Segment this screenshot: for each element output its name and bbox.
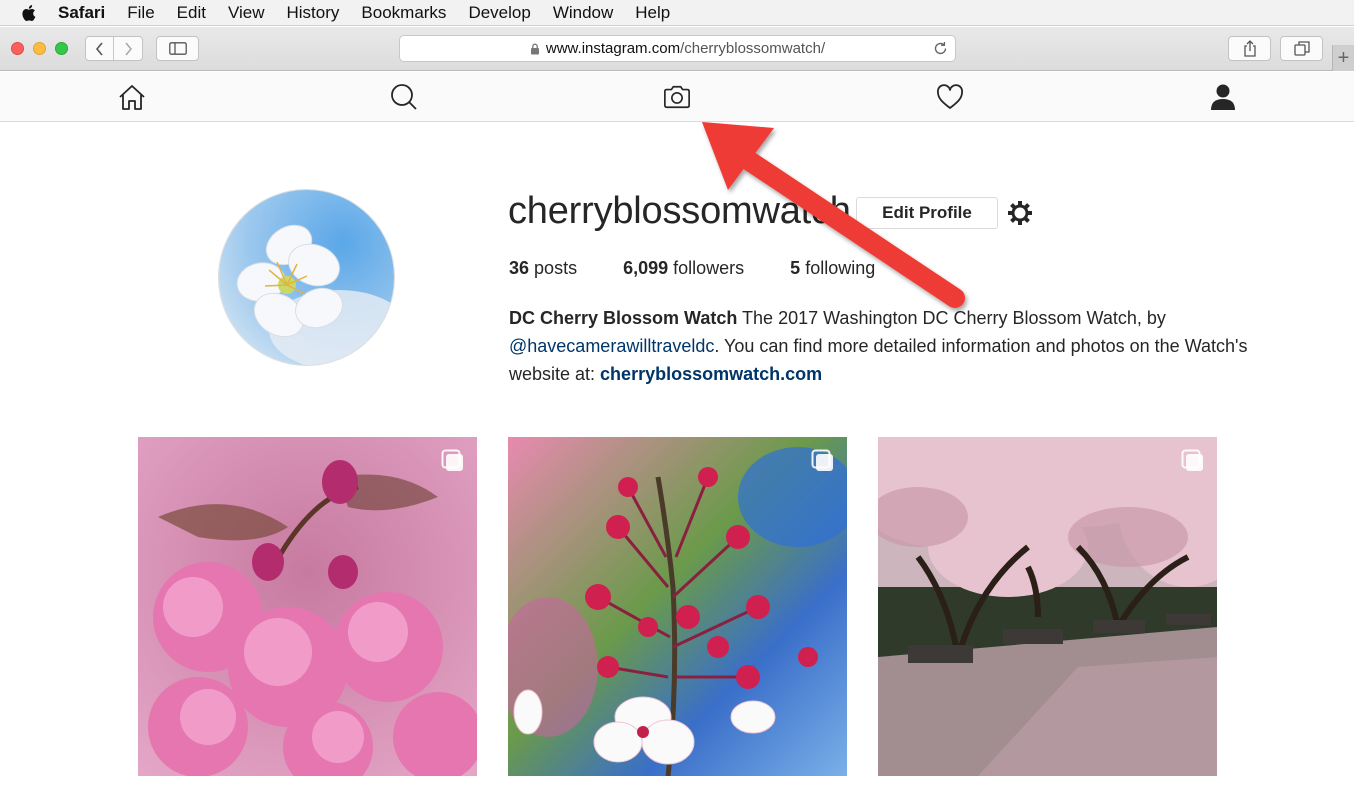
browser-toolbar: www.instagram.com/cherryblossomwatch/ bbox=[0, 27, 1354, 71]
forward-button[interactable] bbox=[114, 37, 142, 60]
lock-icon bbox=[530, 43, 540, 55]
history-nav bbox=[85, 36, 143, 61]
camera-icon[interactable] bbox=[663, 83, 691, 111]
profile-username: cherryblossomwatch bbox=[508, 190, 851, 232]
minimize-window-button[interactable] bbox=[33, 42, 46, 55]
bio-name: DC Cherry Blossom Watch bbox=[509, 308, 738, 328]
home-icon[interactable] bbox=[118, 83, 146, 111]
multiple-photos-icon bbox=[1181, 449, 1205, 473]
post-thumbnail-1[interactable] bbox=[138, 437, 477, 776]
instagram-nav bbox=[0, 72, 1354, 122]
fullscreen-window-button[interactable] bbox=[55, 42, 68, 55]
profile-bio: DC Cherry Blossom Watch The 2017 Washing… bbox=[509, 304, 1249, 388]
chevron-left-icon bbox=[95, 41, 103, 56]
menu-view[interactable]: View bbox=[228, 3, 265, 23]
search-icon[interactable] bbox=[390, 83, 418, 111]
edit-profile-button[interactable]: Edit Profile bbox=[856, 197, 998, 229]
multiple-photos-icon bbox=[441, 449, 465, 473]
url-path: /cherryblossomwatch/ bbox=[680, 40, 826, 57]
share-icon bbox=[1243, 40, 1256, 57]
profile-stats: 36 posts 6,099 followers 5 following bbox=[509, 258, 921, 279]
menu-edit[interactable]: Edit bbox=[177, 3, 206, 23]
back-button[interactable] bbox=[86, 37, 115, 60]
menu-safari[interactable]: Safari bbox=[58, 3, 105, 23]
menu-develop[interactable]: Develop bbox=[468, 3, 530, 23]
profile-icon[interactable] bbox=[1209, 83, 1237, 111]
sidebar-icon bbox=[168, 42, 187, 55]
menu-bar: Safari File Edit View History Bookmarks … bbox=[0, 0, 1354, 26]
bio-mention-link[interactable]: @havecamerawilltraveldc bbox=[509, 336, 714, 356]
post-thumbnail-2[interactable] bbox=[508, 437, 847, 776]
sidebar-toggle-button[interactable] bbox=[156, 36, 199, 61]
tabs-icon bbox=[1293, 41, 1310, 56]
url-host: www.instagram.com bbox=[545, 40, 681, 57]
apple-icon[interactable] bbox=[20, 4, 36, 22]
chevron-right-icon bbox=[125, 41, 133, 56]
profile-avatar[interactable] bbox=[218, 189, 395, 366]
new-tab-button[interactable]: + bbox=[1332, 45, 1354, 71]
bio-text: The 2017 Washington DC Cherry Blossom Wa… bbox=[737, 308, 1166, 328]
menu-help[interactable]: Help bbox=[635, 3, 670, 23]
heart-icon[interactable] bbox=[936, 83, 964, 111]
bio-website-link[interactable]: cherryblossomwatch.com bbox=[600, 364, 822, 384]
address-bar[interactable]: www.instagram.com/cherryblossomwatch/ bbox=[399, 35, 956, 62]
share-button[interactable] bbox=[1228, 36, 1271, 61]
gear-icon[interactable] bbox=[1007, 200, 1033, 226]
tab-overview-button[interactable] bbox=[1280, 36, 1323, 61]
plus-icon: + bbox=[1337, 46, 1350, 69]
close-window-button[interactable] bbox=[11, 42, 24, 55]
posts-count[interactable]: 36 posts bbox=[509, 258, 577, 279]
menu-history[interactable]: History bbox=[287, 3, 340, 23]
menu-file[interactable]: File bbox=[127, 3, 154, 23]
post-thumbnail-3[interactable] bbox=[878, 437, 1217, 776]
menu-window[interactable]: Window bbox=[553, 3, 613, 23]
following-count[interactable]: 5 following bbox=[790, 258, 875, 279]
multiple-photos-icon bbox=[811, 449, 835, 473]
followers-count[interactable]: 6,099 followers bbox=[623, 258, 744, 279]
reload-icon[interactable] bbox=[933, 41, 948, 56]
menu-bookmarks[interactable]: Bookmarks bbox=[361, 3, 446, 23]
